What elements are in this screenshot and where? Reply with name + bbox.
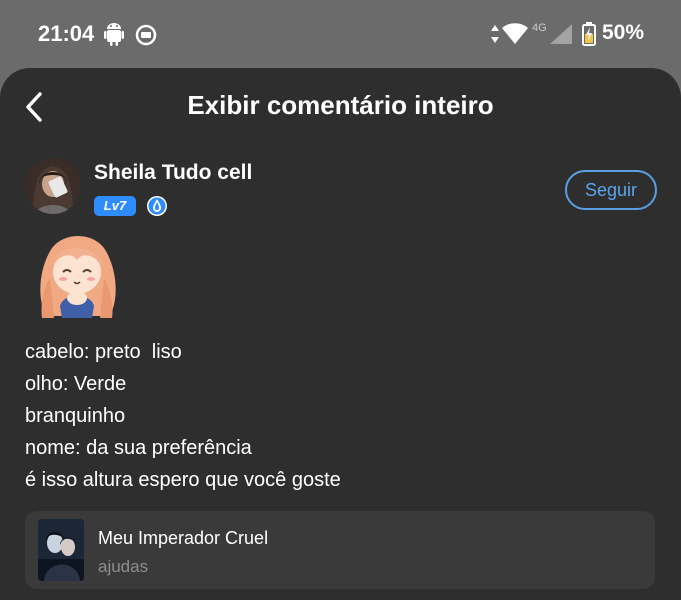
battery-icon: [582, 22, 596, 46]
water-drop-badge-icon: [147, 196, 167, 216]
comment-sheet: Exibir comentário inteiro Sheila Tudo ce…: [0, 68, 681, 600]
story-subtitle: ajudas: [98, 557, 149, 576]
story-card[interactable]: Meu Imperador Cruel ajudas: [25, 511, 655, 589]
story-title: Meu Imperador Cruel: [98, 528, 269, 548]
comment-line: branquinho: [25, 405, 126, 427]
level-badge: Lv7: [94, 196, 136, 216]
media-icon: [135, 24, 157, 46]
battery-percentage: 50%: [602, 21, 645, 44]
network-label: 4G: [532, 22, 547, 34]
header: Exibir comentário inteiro: [0, 68, 681, 144]
comment-line: cabelo: preto liso: [25, 341, 182, 363]
user-name[interactable]: Sheila Tudo cell: [94, 161, 252, 185]
status-time: 21:04: [38, 21, 95, 46]
status-bar: 21:04 4G 50%: [0, 0, 681, 68]
page-title: Exibir comentário inteiro: [187, 90, 494, 120]
comment-text: cabelo: preto liso olho: Verde branquinh…: [25, 336, 341, 496]
wifi-icon: [502, 23, 528, 44]
anime-girl-sticker: [30, 226, 124, 320]
story-cover-image: [38, 519, 84, 581]
android-icon: [104, 23, 124, 46]
data-arrows-icon: [491, 25, 499, 43]
avatar[interactable]: [25, 158, 81, 214]
signal-icon: [550, 24, 572, 44]
comment-line: é isso altura espero que você goste: [25, 469, 341, 491]
avatar-image: [25, 158, 81, 214]
follow-button[interactable]: Seguir: [565, 170, 657, 210]
comment-line: olho: Verde: [25, 373, 127, 395]
comment-line: nome: da sua preferência: [25, 437, 252, 459]
